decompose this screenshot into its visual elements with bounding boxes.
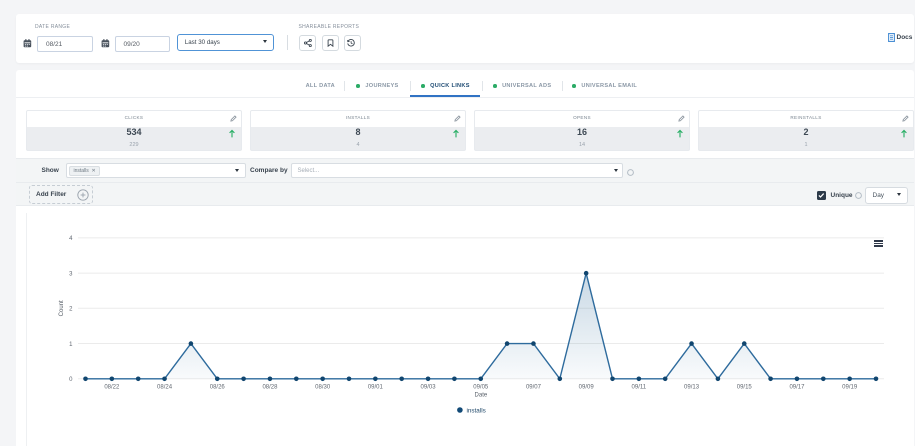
svg-text:08/28: 08/28 [262, 385, 278, 391]
svg-text:09/19: 09/19 [842, 385, 858, 391]
svg-text:08/30: 08/30 [315, 385, 331, 391]
svg-text:Date: Date [475, 393, 488, 399]
svg-text:09/05: 09/05 [473, 385, 489, 391]
svg-text:08/24: 08/24 [157, 385, 173, 391]
svg-text:1: 1 [69, 342, 73, 348]
svg-text:4: 4 [69, 236, 73, 242]
svg-text:09/03: 09/03 [421, 385, 437, 391]
svg-text:09/07: 09/07 [526, 385, 542, 391]
svg-text:09/15: 09/15 [737, 385, 753, 391]
svg-text:0: 0 [69, 377, 73, 383]
svg-text:08/22: 08/22 [104, 385, 120, 391]
svg-text:installs: installs [467, 408, 486, 415]
svg-text:08/26: 08/26 [210, 385, 226, 391]
svg-text:2: 2 [69, 307, 73, 313]
svg-text:09/01: 09/01 [368, 385, 384, 391]
svg-text:09/13: 09/13 [684, 385, 700, 391]
svg-text:09/09: 09/09 [579, 385, 595, 391]
svg-text:3: 3 [69, 271, 73, 277]
svg-text:09/17: 09/17 [789, 385, 805, 391]
svg-text:Count: Count [59, 300, 65, 316]
svg-text:09/11: 09/11 [632, 385, 647, 391]
